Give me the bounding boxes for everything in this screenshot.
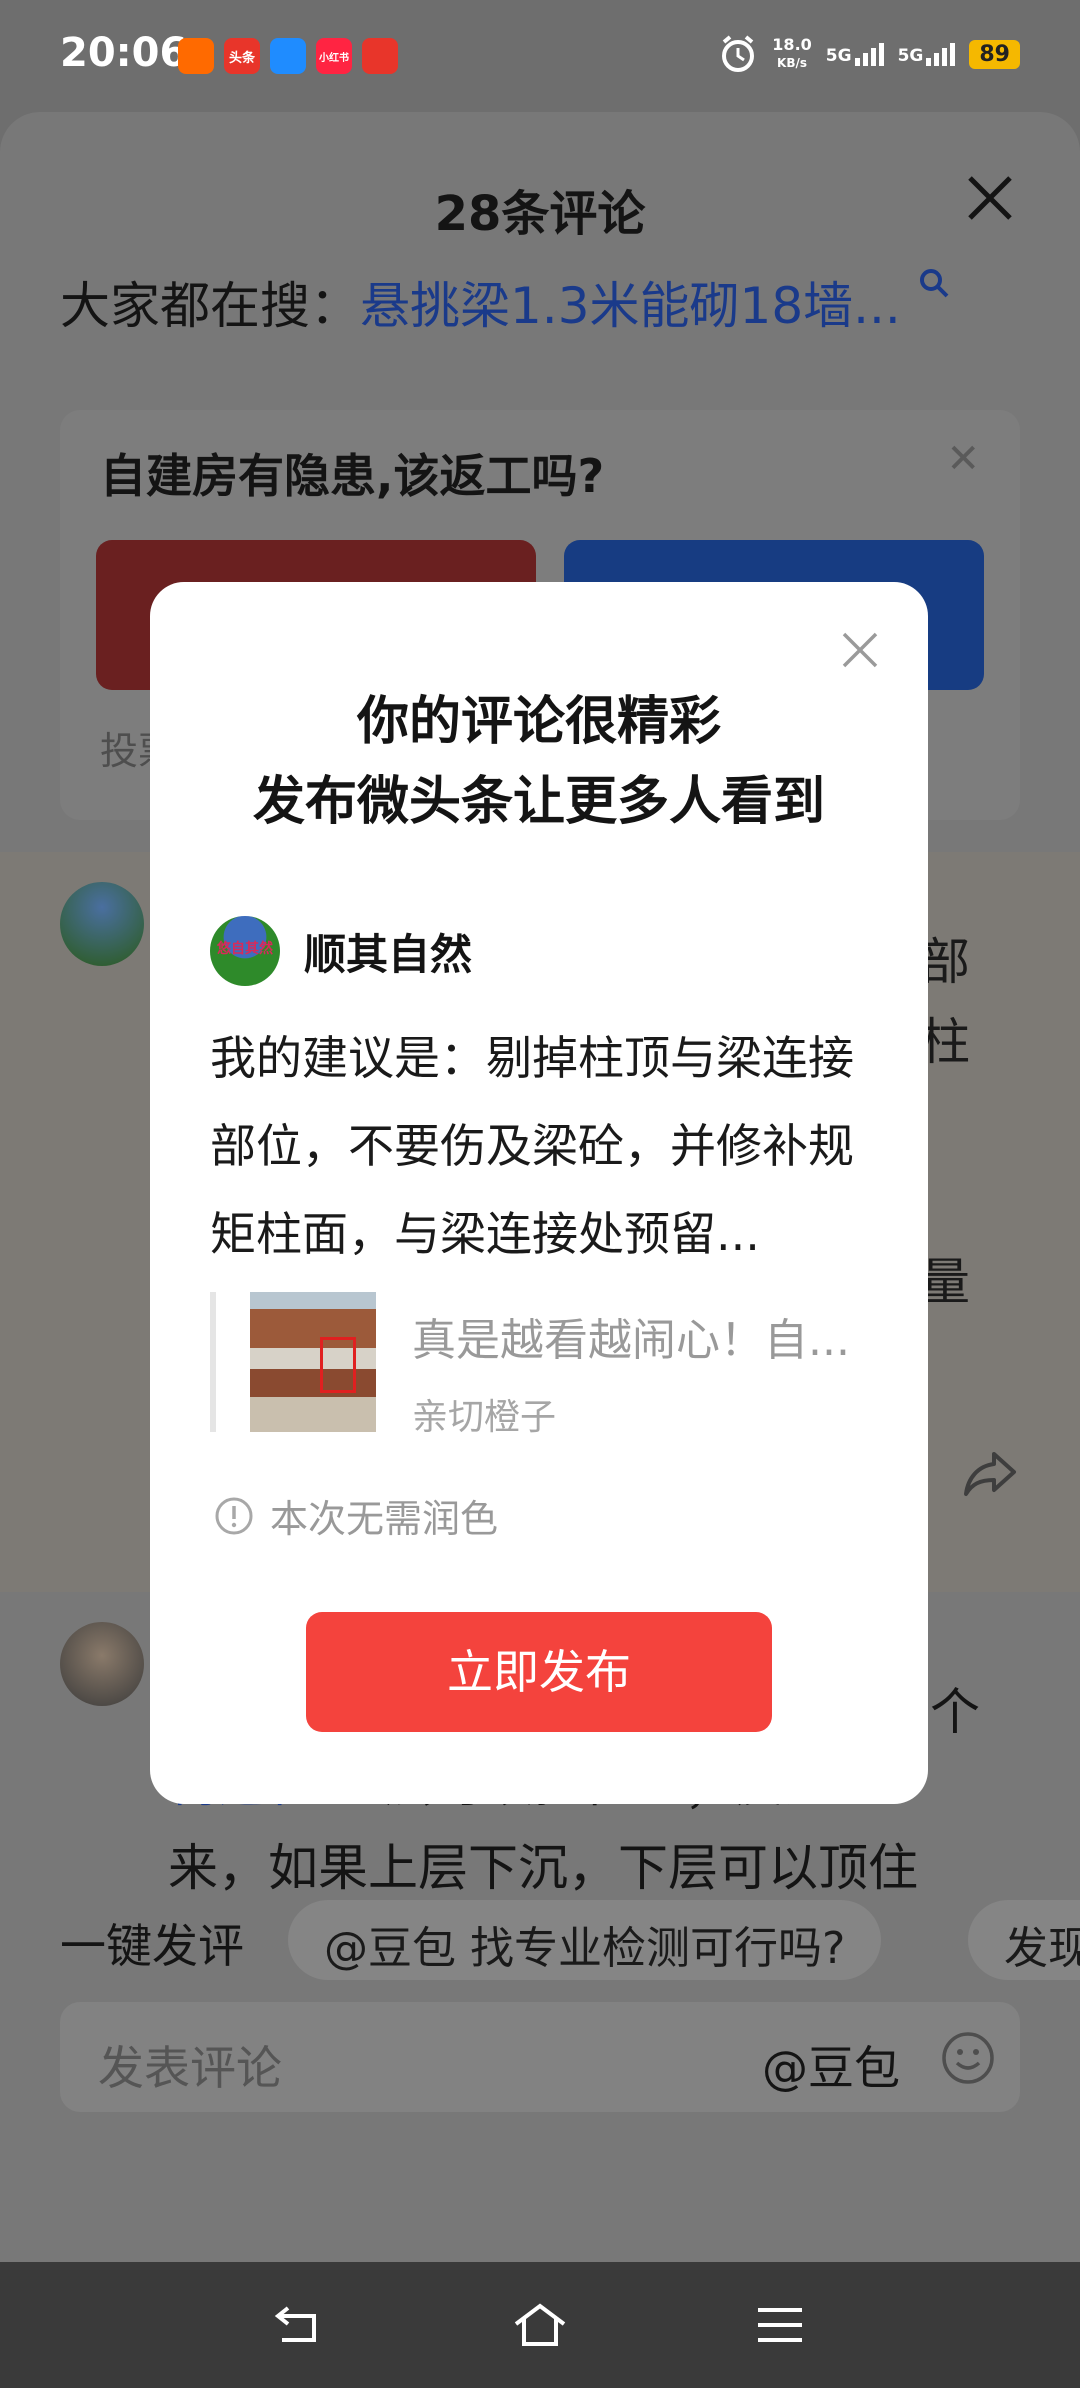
polish-note: 本次无需润色 bbox=[214, 1488, 498, 1543]
status-indicators: 18.0 KB/s 5G 5G 89 bbox=[718, 34, 1020, 74]
menu-icon[interactable] bbox=[752, 2300, 808, 2350]
share-icon[interactable] bbox=[960, 1442, 1020, 1502]
emoji-icon[interactable] bbox=[940, 2030, 996, 2086]
poll-close-icon[interactable]: ✕ bbox=[946, 436, 980, 482]
comment-input[interactable]: 发表评论 @豆包 bbox=[60, 2002, 1020, 2112]
blue-app-icon bbox=[270, 38, 306, 74]
trending-label: 大家都在搜： bbox=[60, 277, 360, 335]
comments-title: 28条评论 bbox=[434, 186, 646, 242]
close-icon[interactable] bbox=[960, 168, 1020, 228]
toutiao-app-icon: 头条 bbox=[224, 38, 260, 74]
back-icon[interactable] bbox=[272, 2300, 328, 2350]
quoted-article: 真是越看越闹心！自... 亲切橙子 bbox=[210, 1292, 870, 1438]
close-icon[interactable] bbox=[838, 628, 882, 672]
comment-preview: 我的建议是：剔掉柱顶与梁连接部位，不要伤及梁砼，并修补规矩柱面，与梁连接处预留.… bbox=[210, 1031, 854, 1261]
status-time: 20:06 bbox=[60, 30, 188, 76]
trending-search[interactable]: 大家都在搜：悬挑梁1.3米能砌18墙... bbox=[60, 266, 951, 338]
dialog-title: 你的评论很精彩 发布微头条让更多人看到 bbox=[252, 692, 825, 832]
red-app-icon bbox=[362, 38, 398, 74]
avatar[interactable] bbox=[60, 882, 144, 966]
signal-1: 5G bbox=[826, 42, 884, 66]
quick-comment-label: 一键发评 bbox=[60, 1919, 244, 1973]
quoted-author: 亲切橙子 bbox=[412, 1397, 557, 1438]
avatar: 悠自其然 bbox=[210, 916, 280, 986]
notification-icons: 头条 小红书 bbox=[178, 38, 398, 74]
search-icon bbox=[919, 269, 949, 298]
quick-comment-row: 一键发评 @豆包 找专业检测可行吗? 发现 bbox=[0, 1886, 1080, 1996]
kuaikan-app-icon bbox=[178, 38, 214, 74]
home-icon[interactable] bbox=[512, 2300, 568, 2350]
polish-note-text: 本次无需润色 bbox=[270, 1497, 499, 1541]
quick-comment-chip[interactable]: @豆包 找专业检测可行吗? bbox=[288, 1900, 882, 1980]
info-icon bbox=[215, 1497, 253, 1534]
status-bar: 20:06 头条 小红书 18.0 KB/s 5G 5G 89 bbox=[0, 0, 1080, 112]
network-speed: 18.0 KB/s bbox=[772, 35, 812, 71]
comment-text-fragment: 个 bbox=[930, 1683, 980, 1741]
signal-2: 5G bbox=[898, 42, 956, 66]
article-thumbnail bbox=[250, 1292, 376, 1432]
poll-question: 自建房有隐患,该返工吗? bbox=[100, 449, 605, 503]
alarm-icon bbox=[722, 35, 755, 72]
signal-bars-icon bbox=[854, 42, 884, 66]
signal-bars-icon bbox=[926, 42, 956, 66]
publish-dialog: 你的评论很精彩 发布微头条让更多人看到 悠自其然 顺其自然 我的建议是：剔掉柱顶… bbox=[150, 582, 928, 1804]
quick-comment-chip[interactable]: 发现 bbox=[968, 1900, 1080, 1980]
author-name: 顺其自然 bbox=[304, 929, 473, 979]
battery-indicator: 89 bbox=[969, 39, 1020, 69]
mention-doubao-button[interactable]: @豆包 bbox=[762, 2032, 900, 2098]
avatar[interactable] bbox=[60, 1622, 144, 1706]
publish-button[interactable]: 立即发布 bbox=[306, 1612, 772, 1732]
xiaohongshu-app-icon: 小红书 bbox=[316, 38, 352, 74]
quoted-title: 真是越看越闹心！自... bbox=[412, 1315, 850, 1366]
system-nav-bar bbox=[0, 2262, 1080, 2388]
trending-link[interactable]: 悬挑梁1.3米能砌18墙... bbox=[360, 277, 901, 335]
comment-input-placeholder: 发表评论 bbox=[98, 2041, 282, 2095]
author-row: 悠自其然 顺其自然 bbox=[210, 916, 472, 986]
